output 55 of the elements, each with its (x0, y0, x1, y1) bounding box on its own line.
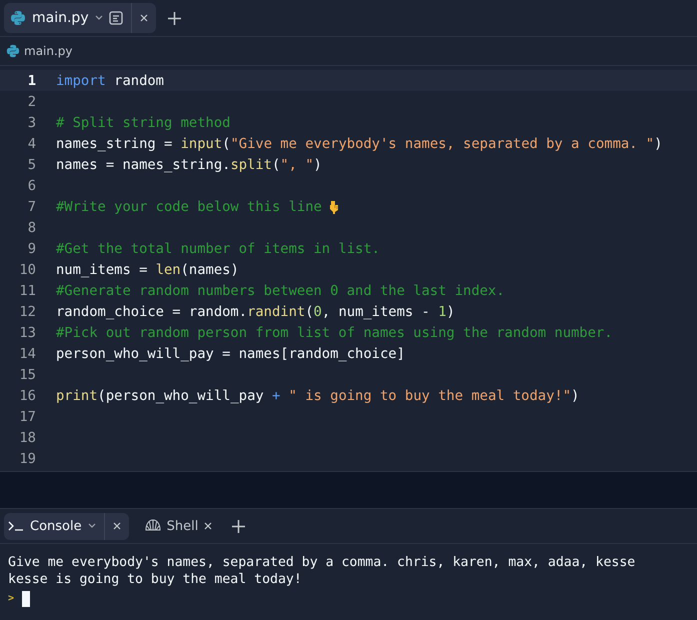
line-number: 3 (26, 114, 37, 130)
add-tab-icon[interactable] (168, 12, 181, 24)
line-number: 7 (26, 198, 37, 214)
line-number: 19 (18, 450, 37, 466)
chevron-down-icon[interactable] (94, 15, 103, 21)
add-tab-icon[interactable] (232, 520, 246, 532)
console-output-line: Give me everybody's names, separated by a comma. chris, karen, max, adaa, kesse (8, 554, 636, 571)
line-number: 2 (26, 94, 37, 110)
console-tab[interactable]: Shell (140, 512, 220, 540)
line-number: 1 (26, 72, 37, 88)
code-line: #Generate random numbers between 0 and the last index. (56, 282, 505, 298)
line-number: 18 (18, 430, 37, 446)
line-number: 13 (18, 324, 37, 340)
close-icon[interactable] (204, 522, 212, 530)
text-cursor (22, 590, 30, 606)
line-number: 4 (26, 136, 37, 152)
line-number: 17 (18, 408, 37, 424)
shell-icon (144, 519, 161, 533)
line-number: 5 (26, 156, 37, 172)
code-line: names_string = input("Give me everybody's names, separated by a comma. ") (56, 136, 662, 152)
line-number: 15 (18, 366, 37, 382)
console-output-line: kesse is going to buy the meal today! (8, 571, 303, 588)
code-line: import random (56, 72, 164, 88)
file-tab[interactable]: main.py (4, 3, 156, 33)
pointing-hand-icon (328, 198, 340, 214)
line-number: 14 (18, 346, 37, 362)
code-line: num_items = len(names) (56, 262, 239, 278)
tab-label: Console (30, 518, 82, 534)
python-icon (10, 10, 26, 26)
code-line: print(person_who_will_pay + " is going to buy the meal today!") (56, 388, 580, 404)
line-number: 16 (18, 388, 37, 404)
tab-label: Shell (166, 518, 198, 534)
line-number: 9 (26, 240, 37, 256)
document-icon[interactable] (108, 11, 123, 25)
line-number: 12 (18, 304, 37, 320)
close-icon[interactable] (140, 14, 148, 22)
code-line: #Pick out random person from list of names using the random number. (56, 324, 613, 340)
code-line: names = names_string.split(", ") (56, 156, 322, 172)
code-line: # Split string method (56, 114, 230, 130)
close-icon[interactable] (112, 522, 121, 530)
prompt-symbol: > (8, 593, 14, 604)
code-line: random_choice = random.randint(0, num_items - 1) (56, 304, 455, 320)
line-number: 6 (26, 178, 37, 194)
tab-label: main.py (32, 10, 89, 26)
line-number: 8 (26, 220, 37, 236)
chevron-down-icon[interactable] (88, 523, 96, 529)
line-number: 11 (18, 282, 37, 298)
line-number: 10 (18, 262, 37, 278)
python-icon (6, 44, 20, 58)
code-line: person_who_will_pay = names[random_choice] (56, 346, 405, 362)
code-line: #Write your code below this line (56, 198, 322, 214)
terminal-icon (8, 521, 24, 531)
breadcrumb-file[interactable]: main.py (24, 44, 73, 58)
code-line: #Get the total number of items in list. (56, 240, 380, 256)
console-tab[interactable]: Console (4, 512, 129, 540)
